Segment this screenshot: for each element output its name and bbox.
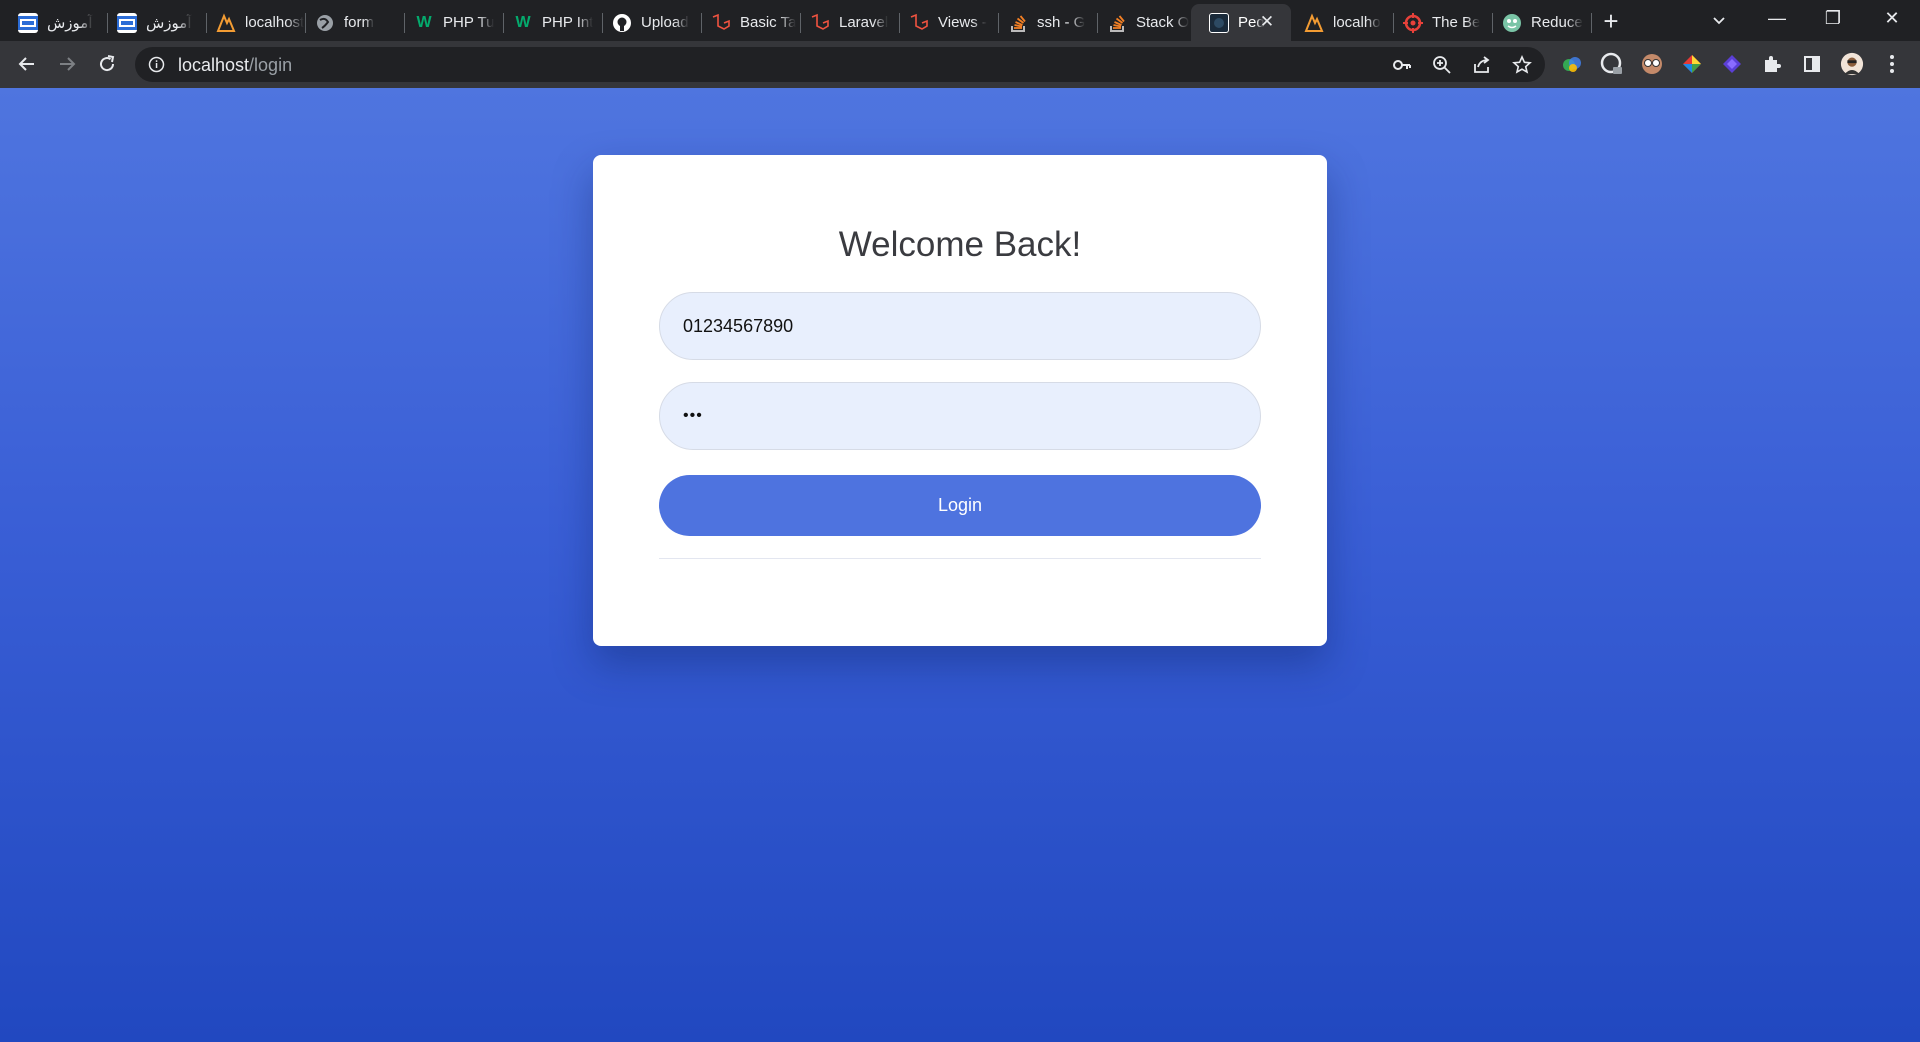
xampp-icon (1304, 12, 1324, 33)
url-text: localhost/login (178, 55, 292, 76)
tab-1[interactable]: آموزش (0, 4, 108, 41)
ir-flag-icon (18, 12, 38, 33)
phone-field (659, 292, 1261, 360)
ir-flag-icon (117, 12, 137, 33)
minimize-button[interactable]: — (1749, 0, 1805, 36)
pedantic-icon (1209, 12, 1229, 33)
tab-search-chevron-icon[interactable] (1706, 8, 1732, 34)
xampp-icon (216, 12, 236, 33)
tab-title: The Be (1432, 14, 1481, 31)
tab-title: Stack O (1136, 14, 1190, 31)
tab-12[interactable]: Stack O (1089, 4, 1197, 41)
phone-input[interactable] (660, 293, 1260, 359)
tab-title: localho (1333, 14, 1381, 31)
extension-glasses-icon[interactable] (1640, 52, 1664, 76)
extension-colorful-icon[interactable] (1560, 52, 1584, 76)
tab-title: localhost (245, 14, 305, 31)
url-path: /login (249, 55, 293, 75)
tab-7[interactable]: Upload (594, 4, 702, 41)
tab-title: آموزش (146, 14, 192, 32)
tab-title: PHP Int (542, 14, 594, 31)
stackoverflow-icon (1008, 13, 1028, 33)
extension-purple-icon[interactable] (1720, 52, 1744, 76)
site-info-icon[interactable] (148, 56, 165, 73)
tab-title: آموزش (47, 14, 93, 32)
new-tab-button[interactable]: + (1597, 8, 1625, 36)
forward-button[interactable] (52, 49, 82, 79)
tab-title: Laravel (839, 14, 889, 31)
extensions-puzzle-icon[interactable] (1760, 52, 1784, 76)
zoom-icon[interactable] (1432, 55, 1452, 75)
tab-13-active[interactable]: Ped ✕ (1191, 4, 1291, 41)
tab-separator (1591, 13, 1592, 33)
address-bar[interactable]: localhost/login (135, 47, 1545, 82)
stackoverflow-icon (1107, 13, 1127, 33)
password-input[interactable] (660, 383, 1260, 449)
tab-9[interactable]: Laravel (792, 4, 900, 41)
laravel-icon (909, 13, 929, 33)
restore-button[interactable]: ❐ (1805, 0, 1861, 36)
globe-icon (315, 13, 335, 33)
laravel-icon (711, 13, 731, 33)
key-icon[interactable] (1392, 55, 1412, 75)
login-card: Welcome Back! Login (593, 155, 1327, 646)
tab-strip: آموزش آموزش localhost form W PHP Tu W PH… (0, 0, 1920, 41)
password-field (659, 382, 1261, 450)
divider (659, 558, 1261, 559)
login-page: Welcome Back! Login (0, 88, 1920, 1042)
close-tab-icon[interactable]: ✕ (1257, 12, 1277, 32)
side-panel-icon[interactable] (1800, 52, 1824, 76)
tab-8[interactable]: Basic Ta (693, 4, 801, 41)
tab-title: form (344, 14, 374, 31)
tab-4[interactable]: form (297, 4, 405, 41)
profile-avatar[interactable] (1840, 52, 1864, 76)
back-button[interactable] (12, 49, 42, 79)
tab-title: PHP Tu (443, 14, 495, 31)
login-button[interactable]: Login (659, 475, 1261, 536)
more-menu-icon[interactable] (1880, 52, 1904, 76)
tab-title: Upload (641, 14, 689, 31)
tab-11[interactable]: ssh - G (990, 4, 1098, 41)
browser-toolbar: localhost/login (0, 41, 1920, 88)
github-icon (612, 13, 632, 33)
tab-title: ssh - G (1037, 14, 1086, 31)
url-host: localhost (178, 55, 250, 75)
tab-5[interactable]: W PHP Tu (396, 4, 504, 41)
page-title: Welcome Back! (838, 225, 1082, 264)
w3schools-icon: W (515, 13, 531, 31)
bookmark-star-icon[interactable] (1512, 55, 1532, 75)
close-window-button[interactable]: ✕ (1864, 0, 1920, 36)
tab-title: Basic Ta (740, 14, 797, 31)
tab-title: Reduce (1531, 14, 1583, 31)
tab-6[interactable]: W PHP Int (495, 4, 603, 41)
tab-16[interactable]: Reduce (1484, 4, 1592, 41)
share-icon[interactable] (1472, 55, 1492, 75)
tab-title: Views - (938, 14, 987, 31)
extension-palette-icon[interactable] (1600, 52, 1624, 76)
laravel-icon (810, 13, 830, 33)
reload-button[interactable] (92, 49, 122, 79)
tab-10[interactable]: Views - (891, 4, 999, 41)
extension-colorwheel-icon[interactable] (1680, 52, 1704, 76)
tab-14[interactable]: localho (1286, 4, 1394, 41)
tab-2[interactable]: آموزش (99, 4, 207, 41)
target-icon (1403, 12, 1423, 33)
w3schools-icon: W (416, 13, 432, 31)
tab-3[interactable]: localhost (198, 4, 306, 41)
reduce-icon (1502, 13, 1522, 33)
tab-15[interactable]: The Be (1385, 4, 1493, 41)
